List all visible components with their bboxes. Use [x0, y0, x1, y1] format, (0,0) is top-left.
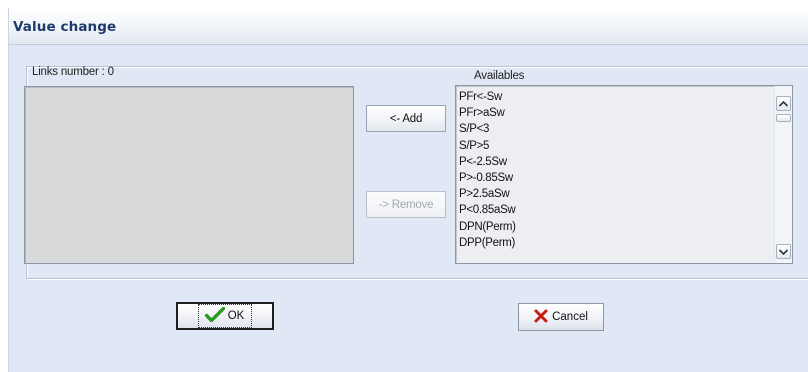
- ok-button[interactable]: OK: [176, 302, 274, 330]
- x-icon: [534, 309, 548, 326]
- list-item[interactable]: P<0.85aSw: [459, 202, 516, 218]
- scroll-up-arrow-icon[interactable]: [776, 96, 791, 111]
- cancel-button[interactable]: Cancel: [518, 303, 604, 331]
- ok-label: OK: [227, 310, 245, 322]
- list-item[interactable]: DPN(Perm): [459, 219, 516, 235]
- list-item[interactable]: P>-0.85Sw: [459, 170, 516, 186]
- list-item[interactable]: PFr<-Sw: [459, 89, 516, 105]
- dialog-title: Value change: [13, 19, 117, 35]
- cancel-label: Cancel: [552, 311, 588, 323]
- scroll-down-arrow-icon[interactable]: [776, 244, 791, 259]
- links-list[interactable]: [24, 86, 354, 264]
- links-number-label: Links number : 0: [32, 66, 114, 78]
- availables-label: Availables: [474, 70, 525, 82]
- check-icon: [204, 306, 225, 325]
- add-button[interactable]: <- Add: [366, 105, 446, 132]
- ok-button-focus: OK: [197, 304, 253, 328]
- list-item[interactable]: DPP(Perm): [459, 235, 516, 251]
- list-item[interactable]: S/P<3: [459, 121, 516, 137]
- availables-list[interactable]: PFr<-Sw PFr>aSw S/P<3 S/P>5 P<-2.5Sw P>-…: [455, 85, 793, 264]
- availables-items: PFr<-Sw PFr>aSw S/P<3 S/P>5 P<-2.5Sw P>-…: [459, 89, 516, 251]
- list-item[interactable]: P<-2.5Sw: [459, 154, 516, 170]
- list-item[interactable]: PFr>aSw: [459, 105, 516, 121]
- title-bar[interactable]: Value change: [9, 8, 808, 45]
- list-item[interactable]: S/P>5: [459, 138, 516, 154]
- remove-button[interactable]: -> Remove: [366, 191, 446, 218]
- scroll-thumb[interactable]: [776, 114, 791, 122]
- availables-scrollbar[interactable]: [774, 86, 792, 263]
- list-item[interactable]: P>2.5aSw: [459, 186, 516, 202]
